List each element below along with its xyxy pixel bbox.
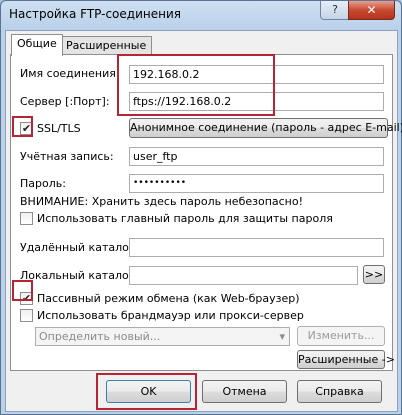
dialog-body: Общие Расширенные Имя соединения: 192.16… bbox=[5, 30, 402, 412]
account-label: Учётная запись: bbox=[20, 150, 114, 163]
proxy-select[interactable]: Определить новый... ▾ bbox=[35, 327, 290, 346]
anonymous-login-button[interactable]: Анонимное соединение (пароль - адрес E-m… bbox=[129, 118, 402, 138]
connection-name-label: Имя соединения: bbox=[20, 67, 120, 80]
connection-name-field[interactable]: 192.168.0.2 bbox=[129, 65, 384, 84]
change-proxy-button[interactable]: Изменить... bbox=[297, 326, 385, 346]
browse-button[interactable]: >> bbox=[363, 265, 385, 284]
firewall-label: Использовать брандмауэр или прокси-серве… bbox=[37, 309, 304, 322]
passive-mode-label: Пассивный режим обмена (как Web-браузер) bbox=[37, 292, 300, 305]
ssl-label: SSL/TLS bbox=[37, 122, 81, 135]
ssl-checkbox[interactable]: ✔ bbox=[20, 122, 33, 135]
password-field[interactable]: •••••••••• bbox=[129, 174, 384, 193]
remote-dir-field[interactable] bbox=[129, 238, 384, 257]
passive-mode-checkbox[interactable]: ✔ bbox=[20, 292, 33, 305]
account-field[interactable]: user_ftp bbox=[129, 147, 384, 166]
general-panel: Имя соединения: 192.168.0.2 Сервер [:Пор… bbox=[10, 54, 402, 371]
tab-advanced[interactable]: Расширенные bbox=[60, 36, 153, 55]
remote-dir-label: Удалённый каталог: bbox=[20, 241, 139, 254]
firewall-checkbox[interactable] bbox=[20, 309, 33, 322]
tab-general[interactable]: Общие bbox=[11, 34, 63, 56]
ok-button[interactable]: OK bbox=[106, 380, 191, 403]
password-warning: ВНИМАНИЕ: Хранить здесь пароль небезопас… bbox=[20, 195, 304, 208]
help-title-button[interactable]: ? bbox=[320, 1, 350, 20]
server-field[interactable]: ftps://192.168.0.2 bbox=[129, 92, 384, 111]
window-title: Настройка FTP-соединения bbox=[9, 7, 181, 21]
password-label: Пароль: bbox=[20, 177, 66, 190]
dialog-window: Настройка FTP-соединения ? ✕ Общие Расши… bbox=[0, 0, 402, 415]
close-button[interactable]: ✕ bbox=[348, 1, 395, 20]
local-dir-label: Локальный каталог: bbox=[20, 269, 139, 282]
master-password-checkbox[interactable] bbox=[20, 212, 33, 225]
local-dir-field[interactable] bbox=[129, 266, 358, 285]
chevron-down-icon: ▾ bbox=[279, 330, 285, 343]
advanced-settings-button[interactable]: Расширенные -> bbox=[297, 350, 395, 369]
cancel-button[interactable]: Отмена bbox=[202, 380, 287, 403]
server-label: Сервер [:Порт]: bbox=[20, 95, 110, 108]
help-button[interactable]: Справка bbox=[297, 380, 382, 403]
master-password-label: Использовать главный пароль для защиты п… bbox=[37, 212, 333, 225]
proxy-select-value: Определить новый... bbox=[39, 330, 161, 343]
